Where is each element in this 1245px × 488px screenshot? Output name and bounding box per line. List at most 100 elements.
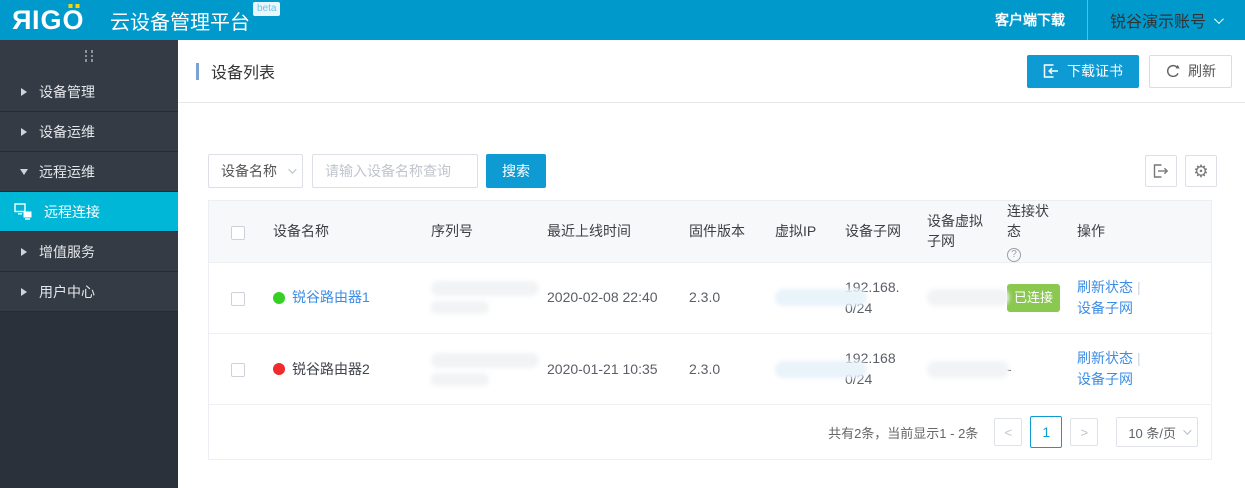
table-header-row: 设备名称 序列号 最近上线时间 固件版本 虚拟IP 设备子网 设备虚拟子网 连接…	[209, 201, 1211, 262]
triangle-right-icon	[21, 248, 27, 256]
sidebar-item-remote-operations[interactable]: 远程运维	[0, 152, 178, 192]
redacted-virtual-ip	[775, 289, 867, 306]
table-row: 锐谷路由器1 2020-02-08 22:40 2.3.0	[209, 262, 1211, 333]
action-device-subnet[interactable]: 设备子网	[1077, 371, 1133, 387]
logo-letter-r: R	[11, 5, 32, 36]
page-title: 设备列表	[196, 59, 275, 83]
refresh-button[interactable]: 刷新	[1149, 55, 1232, 88]
chevron-down-icon	[1183, 427, 1191, 435]
actions-cell: 刷新状态| 设备子网	[1067, 262, 1211, 333]
client-download-link[interactable]: 客户端下载	[973, 10, 1087, 30]
next-page-button[interactable]: >	[1070, 418, 1098, 446]
redacted-serial	[431, 353, 539, 368]
logo-letters-ig: IG	[32, 5, 63, 36]
device-name-text: 锐谷路由器2	[292, 359, 370, 380]
export-button[interactable]	[1145, 155, 1177, 187]
col-subnet: 设备子网	[835, 201, 917, 262]
row-checkbox[interactable]	[231, 363, 245, 377]
redacted-serial	[431, 373, 489, 386]
triangle-right-icon	[21, 88, 27, 96]
app-title: 云设备管理平台 beta	[110, 6, 280, 35]
redacted-serial	[431, 281, 539, 296]
export-icon	[1153, 164, 1169, 178]
col-actions: 操作	[1067, 201, 1211, 262]
search-button[interactable]: 搜索	[486, 154, 546, 188]
redacted-virtual-ip	[775, 361, 867, 378]
page-size-select[interactable]: 10 条/页	[1116, 417, 1198, 447]
sidebar-item-user-center[interactable]: 用户中心	[0, 272, 178, 312]
redacted-virtual-subnet	[927, 289, 1009, 306]
refresh-icon	[1165, 64, 1180, 79]
pagination-summary: 共有2条，当前显示1 - 2条	[828, 423, 978, 442]
sidebar-item-remote-connection[interactable]: 远程连接	[0, 192, 178, 232]
download-cert-button[interactable]: 下载证书	[1027, 55, 1139, 88]
device-table: 设备名称 序列号 最近上线时间 固件版本 虚拟IP 设备子网 设备虚拟子网 连接…	[208, 200, 1212, 460]
title-bar: 设备列表 下载证书	[178, 40, 1245, 103]
row-checkbox[interactable]	[231, 292, 245, 306]
virtual-ip-cell	[765, 333, 835, 404]
last-online-cell: 2020-02-08 22:40	[537, 262, 679, 333]
logo-letter-o: O	[63, 5, 85, 36]
col-last-online: 最近上线时间	[537, 201, 679, 262]
select-all-checkbox[interactable]	[231, 226, 245, 240]
virtual-subnet-cell	[917, 333, 997, 404]
sidebar-item-device-operations[interactable]: 设备运维	[0, 112, 178, 152]
table-row: 锐谷路由器2 2020-01-21 10:35 2.3.0	[209, 333, 1211, 404]
col-virtual-subnet: 设备虚拟子网	[917, 201, 997, 262]
search-input[interactable]	[312, 154, 478, 188]
online-status-dot	[273, 292, 285, 304]
col-device-name: 设备名称	[263, 201, 421, 262]
redacted-virtual-subnet	[927, 361, 1009, 378]
virtual-ip-cell	[765, 262, 835, 333]
chevron-down-icon	[288, 165, 296, 173]
pagination-bar: 共有2条，当前显示1 - 2条 < 1 > 10 条/页	[209, 404, 1211, 459]
col-firmware: 固件版本	[679, 201, 765, 262]
actions-cell: 刷新状态| 设备子网	[1067, 333, 1211, 404]
help-icon[interactable]: ?	[1007, 248, 1021, 262]
account-menu[interactable]: 锐谷演示账号	[1088, 8, 1245, 32]
serial-cell	[421, 262, 537, 333]
redacted-serial	[431, 301, 489, 314]
download-icon	[1043, 64, 1059, 78]
device-name-link[interactable]: 锐谷路由器1	[292, 287, 370, 308]
virtual-subnet-cell	[917, 262, 997, 333]
serial-cell	[421, 333, 537, 404]
triangle-down-icon	[20, 169, 28, 175]
brand-logo: RIGO	[0, 0, 96, 40]
col-virtual-ip: 虚拟IP	[765, 201, 835, 262]
main-panel: 设备列表 下载证书	[178, 40, 1245, 488]
drag-dots-icon	[85, 50, 94, 62]
search-toolbar: 设备名称 搜索 ⚙	[208, 154, 1217, 188]
sidebar-item-device-management[interactable]: 设备管理	[0, 72, 178, 112]
last-online-cell: 2020-01-21 10:35	[537, 333, 679, 404]
triangle-right-icon	[21, 288, 27, 296]
action-refresh-status[interactable]: 刷新状态	[1077, 350, 1133, 366]
remote-connection-icon	[14, 203, 33, 220]
app-window: RIGO 云设备管理平台 beta 客户端下载 锐谷演示账号 设备管理	[0, 0, 1245, 488]
col-serial: 序列号	[421, 201, 537, 262]
triangle-right-icon	[21, 128, 27, 136]
sidebar: 设备管理 设备运维 远程运维 远程连接	[0, 40, 178, 488]
prev-page-button[interactable]: <	[994, 418, 1022, 446]
page-1-button[interactable]: 1	[1030, 416, 1062, 448]
col-connection-status: 连接状态 ?	[997, 201, 1067, 262]
beta-badge: beta	[253, 2, 280, 16]
offline-status-dot	[273, 363, 285, 375]
firmware-cell: 2.3.0	[679, 333, 765, 404]
gear-icon: ⚙	[1193, 163, 1208, 180]
content-area: 设备名称 搜索 ⚙	[178, 103, 1245, 488]
firmware-cell: 2.3.0	[679, 262, 765, 333]
sidebar-item-value-added-services[interactable]: 增值服务	[0, 232, 178, 272]
chevron-down-icon	[1214, 14, 1224, 24]
sidebar-filler	[0, 312, 178, 488]
logo-umlaut-dots	[68, 4, 79, 8]
status-badge: 已连接	[1007, 284, 1060, 312]
header-right: 客户端下载 锐谷演示账号	[973, 0, 1245, 40]
action-refresh-status[interactable]: 刷新状态	[1077, 279, 1133, 295]
header-bar: RIGO 云设备管理平台 beta 客户端下载 锐谷演示账号	[0, 0, 1245, 40]
settings-button[interactable]: ⚙	[1185, 155, 1217, 187]
sidebar-collapse-handle[interactable]	[0, 40, 178, 72]
filter-select[interactable]: 设备名称	[208, 154, 303, 188]
account-name: 锐谷演示账号	[1110, 8, 1206, 32]
action-device-subnet[interactable]: 设备子网	[1077, 300, 1133, 316]
